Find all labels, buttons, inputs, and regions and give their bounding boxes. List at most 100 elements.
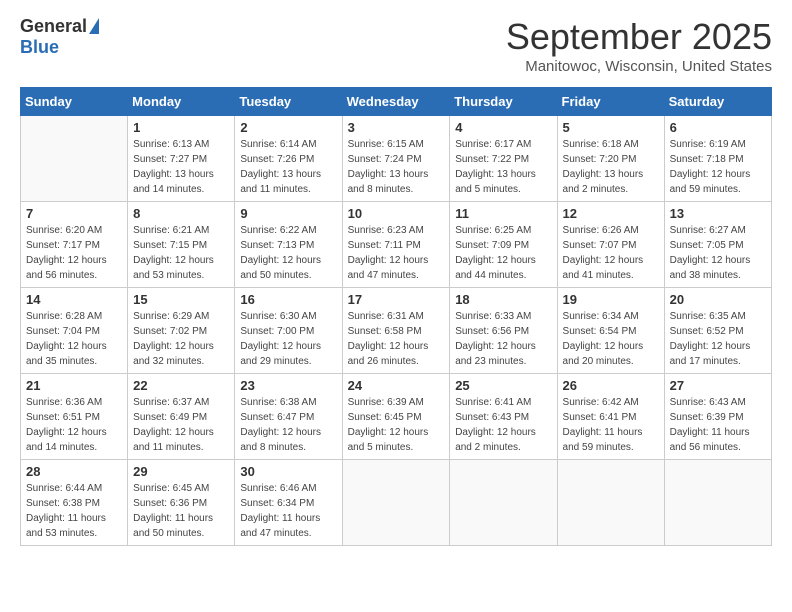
day-number: 1 xyxy=(133,120,229,135)
day-number: 4 xyxy=(455,120,551,135)
day-info: Sunrise: 6:20 AMSunset: 7:17 PMDaylight:… xyxy=(26,223,122,283)
day-header-tuesday: Tuesday xyxy=(235,88,342,116)
calendar-cell xyxy=(450,460,557,546)
day-number: 18 xyxy=(455,292,551,307)
week-row-2: 7 Sunrise: 6:20 AMSunset: 7:17 PMDaylight… xyxy=(21,202,772,288)
day-number: 2 xyxy=(240,120,336,135)
day-info: Sunrise: 6:27 AMSunset: 7:05 PMDaylight:… xyxy=(670,223,766,283)
calendar-cell: 14 Sunrise: 6:28 AMSunset: 7:04 PMDayligh… xyxy=(21,288,128,374)
calendar-cell xyxy=(664,460,771,546)
day-number: 14 xyxy=(26,292,122,307)
day-number: 20 xyxy=(670,292,766,307)
location-subtitle: Manitowoc, Wisconsin, United States xyxy=(506,58,772,75)
day-header-friday: Friday xyxy=(557,88,664,116)
calendar-cell: 28 Sunrise: 6:44 AMSunset: 6:38 PMDayligh… xyxy=(21,460,128,546)
title-area: September 2025 Manitowoc, Wisconsin, Uni… xyxy=(506,16,772,75)
calendar-cell: 15 Sunrise: 6:29 AMSunset: 7:02 PMDayligh… xyxy=(128,288,235,374)
day-number: 28 xyxy=(26,464,122,479)
calendar-cell: 25 Sunrise: 6:41 AMSunset: 6:43 PMDayligh… xyxy=(450,374,557,460)
calendar-cell: 13 Sunrise: 6:27 AMSunset: 7:05 PMDayligh… xyxy=(664,202,771,288)
day-info: Sunrise: 6:42 AMSunset: 6:41 PMDaylight:… xyxy=(563,395,659,455)
day-number: 13 xyxy=(670,206,766,221)
calendar-cell: 2Sunrise: 6:14 AMSunset: 7:26 PMDaylight… xyxy=(235,116,342,202)
logo-blue-text: Blue xyxy=(20,37,59,58)
day-info: Sunrise: 6:38 AMSunset: 6:47 PMDaylight:… xyxy=(240,395,336,455)
day-number: 16 xyxy=(240,292,336,307)
day-number: 24 xyxy=(348,378,445,393)
calendar-cell: 1Sunrise: 6:13 AMSunset: 7:27 PMDaylight… xyxy=(128,116,235,202)
day-number: 11 xyxy=(455,206,551,221)
day-info: Sunrise: 6:31 AMSunset: 6:58 PMDaylight:… xyxy=(348,309,445,369)
day-number: 26 xyxy=(563,378,659,393)
day-number: 19 xyxy=(563,292,659,307)
calendar-cell: 3 Sunrise: 6:15 AMSunset: 7:24 PMDaylight… xyxy=(342,116,450,202)
day-number: 23 xyxy=(240,378,336,393)
calendar-cell: 24Sunrise: 6:39 AMSunset: 6:45 PMDayligh… xyxy=(342,374,450,460)
day-number: 21 xyxy=(26,378,122,393)
day-info: Sunrise: 6:30 AMSunset: 7:00 PMDaylight:… xyxy=(240,309,336,369)
calendar-cell: 6 Sunrise: 6:19 AMSunset: 7:18 PMDaylight… xyxy=(664,116,771,202)
day-number: 29 xyxy=(133,464,229,479)
days-header-row: SundayMondayTuesdayWednesdayThursdayFrid… xyxy=(21,88,772,116)
calendar-cell: 27 Sunrise: 6:43 AMSunset: 6:39 PMDayligh… xyxy=(664,374,771,460)
week-row-4: 21 Sunrise: 6:36 AMSunset: 6:51 PMDayligh… xyxy=(21,374,772,460)
day-number: 10 xyxy=(348,206,445,221)
day-info: Sunrise: 6:35 AMSunset: 6:52 PMDaylight:… xyxy=(670,309,766,369)
day-number: 27 xyxy=(670,378,766,393)
calendar-cell: 8 Sunrise: 6:21 AMSunset: 7:15 PMDaylight… xyxy=(128,202,235,288)
day-info: Sunrise: 6:19 AMSunset: 7:18 PMDaylight:… xyxy=(670,137,766,197)
day-info: Sunrise: 6:17 AMSunset: 7:22 PMDaylight:… xyxy=(455,137,551,197)
day-number: 3 xyxy=(348,120,445,135)
day-info: Sunrise: 6:36 AMSunset: 6:51 PMDaylight:… xyxy=(26,395,122,455)
calendar-cell xyxy=(342,460,450,546)
day-header-monday: Monday xyxy=(128,88,235,116)
day-info: Sunrise: 6:15 AMSunset: 7:24 PMDaylight:… xyxy=(348,137,445,197)
day-number: 6 xyxy=(670,120,766,135)
calendar-cell: 7 Sunrise: 6:20 AMSunset: 7:17 PMDaylight… xyxy=(21,202,128,288)
day-number: 25 xyxy=(455,378,551,393)
calendar-cell: 20 Sunrise: 6:35 AMSunset: 6:52 PMDayligh… xyxy=(664,288,771,374)
day-number: 15 xyxy=(133,292,229,307)
day-info: Sunrise: 6:22 AMSunset: 7:13 PMDaylight:… xyxy=(240,223,336,283)
logo-general-text: General xyxy=(20,16,87,37)
day-info: Sunrise: 6:41 AMSunset: 6:43 PMDaylight:… xyxy=(455,395,551,455)
calendar-cell: 18 Sunrise: 6:33 AMSunset: 6:56 PMDayligh… xyxy=(450,288,557,374)
calendar-cell: 11 Sunrise: 6:25 AMSunset: 7:09 PMDayligh… xyxy=(450,202,557,288)
day-number: 7 xyxy=(26,206,122,221)
day-info: Sunrise: 6:43 AMSunset: 6:39 PMDaylight:… xyxy=(670,395,766,455)
calendar-cell xyxy=(21,116,128,202)
logo-triangle-icon xyxy=(89,18,99,34)
week-row-1: 1Sunrise: 6:13 AMSunset: 7:27 PMDaylight… xyxy=(21,116,772,202)
day-info: Sunrise: 6:29 AMSunset: 7:02 PMDaylight:… xyxy=(133,309,229,369)
calendar-cell: 12Sunrise: 6:26 AMSunset: 7:07 PMDayligh… xyxy=(557,202,664,288)
calendar-cell: 10 Sunrise: 6:23 AMSunset: 7:11 PMDayligh… xyxy=(342,202,450,288)
week-row-5: 28 Sunrise: 6:44 AMSunset: 6:38 PMDayligh… xyxy=(21,460,772,546)
calendar-cell: 26 Sunrise: 6:42 AMSunset: 6:41 PMDayligh… xyxy=(557,374,664,460)
day-info: Sunrise: 6:21 AMSunset: 7:15 PMDaylight:… xyxy=(133,223,229,283)
calendar-cell: 23 Sunrise: 6:38 AMSunset: 6:47 PMDayligh… xyxy=(235,374,342,460)
day-info: Sunrise: 6:23 AMSunset: 7:11 PMDaylight:… xyxy=(348,223,445,283)
day-info: Sunrise: 6:34 AMSunset: 6:54 PMDaylight:… xyxy=(563,309,659,369)
day-info: Sunrise: 6:28 AMSunset: 7:04 PMDaylight:… xyxy=(26,309,122,369)
day-info: Sunrise: 6:33 AMSunset: 6:56 PMDaylight:… xyxy=(455,309,551,369)
calendar-table: SundayMondayTuesdayWednesdayThursdayFrid… xyxy=(20,87,772,546)
day-info: Sunrise: 6:44 AMSunset: 6:38 PMDaylight:… xyxy=(26,481,122,541)
calendar-cell: 29 Sunrise: 6:45 AMSunset: 6:36 PMDayligh… xyxy=(128,460,235,546)
calendar-cell xyxy=(557,460,664,546)
day-header-wednesday: Wednesday xyxy=(342,88,450,116)
day-info: Sunrise: 6:25 AMSunset: 7:09 PMDaylight:… xyxy=(455,223,551,283)
day-number: 8 xyxy=(133,206,229,221)
calendar-cell: 4 Sunrise: 6:17 AMSunset: 7:22 PMDaylight… xyxy=(450,116,557,202)
day-header-thursday: Thursday xyxy=(450,88,557,116)
month-title: September 2025 xyxy=(506,16,772,58)
calendar-cell: 19 Sunrise: 6:34 AMSunset: 6:54 PMDayligh… xyxy=(557,288,664,374)
day-info: Sunrise: 6:18 AMSunset: 7:20 PMDaylight:… xyxy=(563,137,659,197)
day-number: 12 xyxy=(563,206,659,221)
day-info: Sunrise: 6:37 AMSunset: 6:49 PMDaylight:… xyxy=(133,395,229,455)
day-number: 17 xyxy=(348,292,445,307)
logo: General Blue xyxy=(20,16,99,58)
calendar-cell: 22 Sunrise: 6:37 AMSunset: 6:49 PMDayligh… xyxy=(128,374,235,460)
day-number: 22 xyxy=(133,378,229,393)
day-header-saturday: Saturday xyxy=(664,88,771,116)
day-info: Sunrise: 6:45 AMSunset: 6:36 PMDaylight:… xyxy=(133,481,229,541)
